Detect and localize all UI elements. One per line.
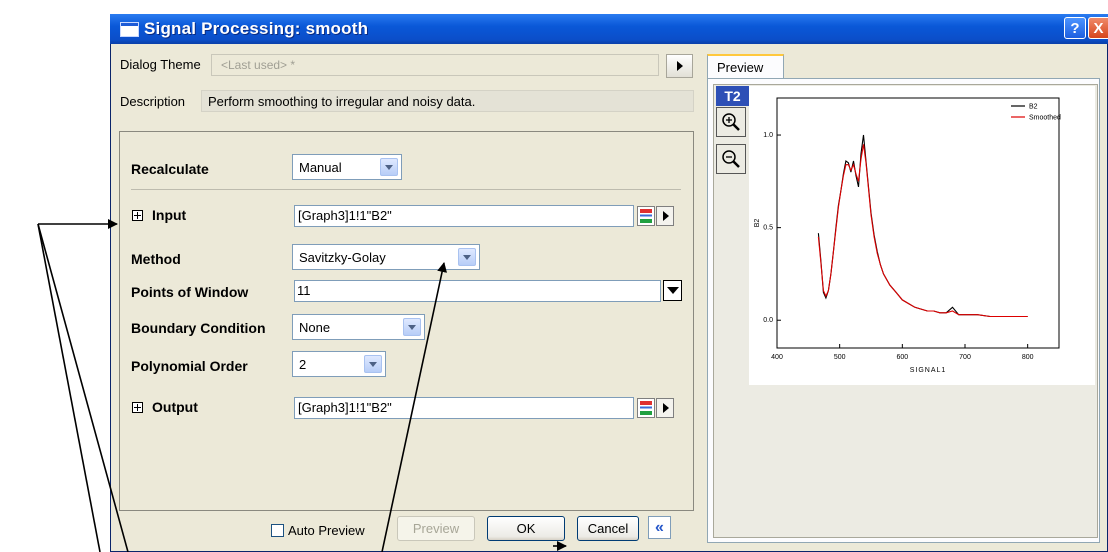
annotation-arrows (37, 219, 567, 552)
